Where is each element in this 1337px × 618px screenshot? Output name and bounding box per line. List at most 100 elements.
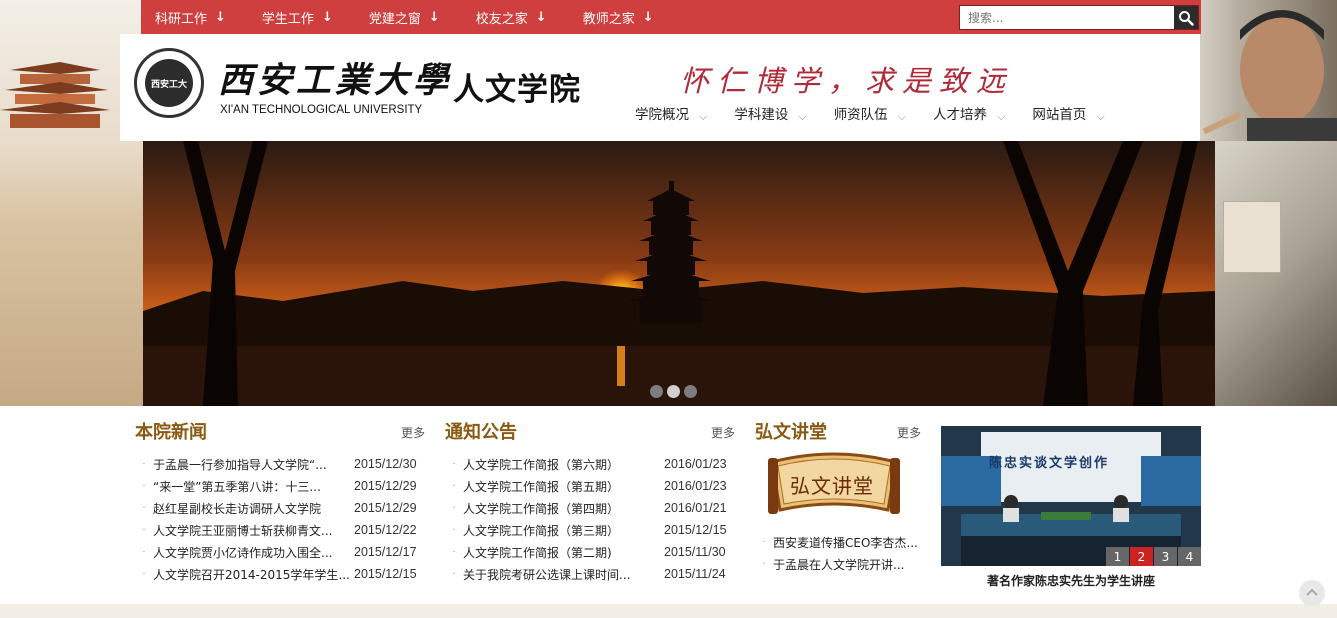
- hongwen-item-title: 西安麦道传播CEO李杏杰...: [773, 535, 918, 550]
- hongwen-item[interactable]: · 于孟晨在人文学院开讲...: [755, 553, 921, 575]
- photo-caption[interactable]: 著名作家陈忠实先生为学生讲座: [941, 572, 1201, 589]
- notice-item-title: 人文学院工作简报（第四期）: [463, 501, 620, 516]
- topnav-item-students[interactable]: 学生工作 ↓: [262, 8, 333, 27]
- notice-item[interactable]: · 人文学院工作简报（第三期） 2015/12/15: [445, 519, 740, 541]
- notice-item[interactable]: · 关于我院考研公选课上课时间... 2015/11/24: [445, 563, 740, 585]
- search-box: [959, 5, 1199, 30]
- news-item-date: 2015/12/22: [354, 523, 417, 537]
- news-item-date: 2015/12/29: [354, 501, 417, 515]
- photo-page-1[interactable]: 1: [1106, 547, 1129, 566]
- chevron-down-icon: ⌵: [897, 110, 907, 123]
- college-motto: 怀仁博学，求是致远: [680, 64, 1014, 98]
- hongwen-item[interactable]: · 西安麦道传播CEO李杏杰...: [755, 531, 921, 553]
- photo-page-3[interactable]: 3: [1154, 547, 1177, 566]
- bullet-icon: ·: [452, 546, 456, 558]
- bullet-icon: ·: [762, 536, 766, 548]
- bullet-icon: ·: [142, 458, 146, 470]
- photo-banner-text: 陈忠实谈文学创作: [989, 456, 1110, 471]
- bullet-icon: ·: [452, 502, 456, 514]
- news-list: · 于孟晨一行参加指导人文学院“... 2015/12/30 · “来一堂”第五季第八…: [135, 453, 430, 585]
- arrow-down-icon: ↓: [535, 9, 547, 25]
- search-icon: [1179, 10, 1194, 26]
- bullet-icon: ·: [452, 524, 456, 536]
- photo-pagination: 1 2 3 4: [1105, 547, 1201, 566]
- news-more-link[interactable]: 更多: [401, 424, 425, 441]
- chevron-down-icon: ⌵: [997, 110, 1006, 123]
- university-name-cn: 西安工業大學: [218, 60, 453, 101]
- pagoda-illustration: [0, 62, 110, 128]
- news-item-date: 2015/12/17: [354, 545, 417, 559]
- notice-item-title: 人文学院工作简报（第六期）: [463, 457, 620, 472]
- bullet-icon: ·: [452, 480, 456, 492]
- lecture-photo-slideshow[interactable]: 陈忠实谈文学创作 1 2 3 4: [941, 426, 1201, 566]
- university-seal-logo[interactable]: 西安工大: [134, 48, 204, 118]
- notice-item[interactable]: · 人文学院工作简报（第五期） 2016/01/23: [445, 475, 740, 497]
- hongwen-scroll-logo[interactable]: 弘文讲堂: [768, 450, 900, 520]
- banner-dot-2[interactable]: [667, 385, 680, 398]
- topnav-item-teachers[interactable]: 教师之家 ↓: [583, 8, 654, 27]
- notices-list: · 人文学院工作简报（第六期） 2016/01/23 · 人文学院工作简报（第五期） 2…: [445, 453, 740, 585]
- university-name-en: XI'AN TECHNOLOGICAL UNIVERSITY: [220, 104, 423, 116]
- banner-dot-3[interactable]: [684, 385, 697, 398]
- site-header: 西安工大 西安工業大學 XI'AN TECHNOLOGICAL UNIVERSI…: [120, 34, 1200, 141]
- notice-item-date: 2015/12/15: [664, 523, 727, 537]
- news-item[interactable]: · 人文学院王亚丽博士斩获柳青文... 2015/12/22: [135, 519, 430, 541]
- arrow-down-icon: ↓: [321, 9, 333, 25]
- news-item[interactable]: · 赵红星副校长走访调研人文学院 2015/12/29: [135, 497, 430, 519]
- topnav-item-label: 科研工作: [155, 11, 208, 27]
- notice-item-date: 2015/11/24: [664, 567, 726, 581]
- bullet-icon: ·: [142, 568, 146, 580]
- mainnav-item-overview[interactable]: 学院概况 ⌵: [635, 102, 707, 124]
- notice-item[interactable]: · 人文学院工作简报（第六期） 2016/01/23: [445, 453, 740, 475]
- notices-title: 通知公告: [445, 422, 517, 443]
- seal-text: 西安工大: [150, 79, 187, 90]
- banner-sunset-pagoda-image: [143, 141, 1215, 406]
- chevron-up-icon: [1306, 588, 1318, 596]
- hongwen-item-title: 于孟晨在人文学院开讲...: [773, 557, 905, 572]
- back-to-top-button[interactable]: [1299, 580, 1325, 606]
- news-item-title: 人文学院召开2014-2015学年学生...: [153, 567, 350, 582]
- news-item[interactable]: · 人文学院贾小亿诗作成功入围全... 2015/12/17: [135, 541, 430, 563]
- mainnav-item-disciplines[interactable]: 学科建设 ⌵: [734, 102, 806, 124]
- search-input[interactable]: [960, 6, 1174, 29]
- arrow-down-icon: ↓: [215, 9, 226, 25]
- topnav-item-label: 教师之家: [582, 11, 635, 27]
- mainnav-item-training[interactable]: 人才培养 ⌵: [933, 102, 1005, 124]
- photo-page-2[interactable]: 2: [1130, 547, 1153, 566]
- banner-side-image: [1215, 141, 1337, 406]
- topnav-item-research[interactable]: 科研工作 ↓: [155, 8, 226, 27]
- bullet-icon: ·: [142, 524, 146, 536]
- mainnav-item-faculty[interactable]: 师资队伍 ⌵: [834, 102, 906, 124]
- news-item-date: 2015/12/15: [354, 567, 417, 581]
- search-button[interactable]: [1174, 6, 1198, 29]
- lecture-photo-image: [941, 426, 1201, 566]
- notice-item-title: 人文学院工作简报（第三期）: [463, 523, 620, 538]
- main-nav: 学院概况 ⌵ 学科建设 ⌵ 师资队伍 ⌵ 人才培养 ⌵ 网站首页 ⌵: [635, 102, 1132, 124]
- mainnav-item-label: 网站首页: [1032, 107, 1087, 123]
- banner-dot-1[interactable]: [650, 385, 663, 398]
- news-item-date: 2015/12/30: [354, 457, 417, 471]
- topnav-item-party[interactable]: 党建之窗 ↓: [369, 8, 440, 27]
- mainnav-item-label: 师资队伍: [833, 107, 888, 123]
- hongwen-logo-text: 弘文讲堂: [790, 474, 874, 498]
- hongwen-list: · 西安麦道传播CEO李杏杰... · 于孟晨在人文学院开讲...: [755, 531, 921, 575]
- notices-more-link[interactable]: 更多: [711, 424, 735, 441]
- bullet-icon: ·: [452, 458, 456, 470]
- news-item[interactable]: · 人文学院召开2014-2015学年学生... 2015/12/15: [135, 563, 430, 585]
- photo-page-4[interactable]: 4: [1178, 547, 1201, 566]
- hongwen-more-link[interactable]: 更多: [897, 424, 921, 441]
- hero-banner[interactable]: [143, 141, 1215, 406]
- notice-item[interactable]: · 人文学院工作简报（第二期) 2015/11/30: [445, 541, 740, 563]
- mainnav-item-label: 学科建设: [734, 107, 789, 123]
- mainnav-item-home[interactable]: 网站首页 ⌵: [1032, 102, 1104, 124]
- news-item-title: 赵红星副校长走访调研人文学院: [153, 501, 322, 516]
- news-item[interactable]: · “来一堂”第五季第八讲：十三... 2015/12/29: [135, 475, 430, 497]
- notice-item[interactable]: · 人文学院工作简报（第四期） 2016/01/21: [445, 497, 740, 519]
- chevron-down-icon: ⌵: [798, 110, 807, 123]
- topnav-item-alumni[interactable]: 校友之家 ↓: [476, 8, 547, 27]
- bullet-icon: ·: [762, 558, 766, 570]
- seal-emblem: 西安工大: [145, 59, 193, 107]
- notice-item-date: 2016/01/23: [664, 457, 727, 471]
- news-item[interactable]: · 于孟晨一行参加指导人文学院“... 2015/12/30: [135, 453, 430, 475]
- topnav-item-label: 学生工作: [261, 11, 314, 27]
